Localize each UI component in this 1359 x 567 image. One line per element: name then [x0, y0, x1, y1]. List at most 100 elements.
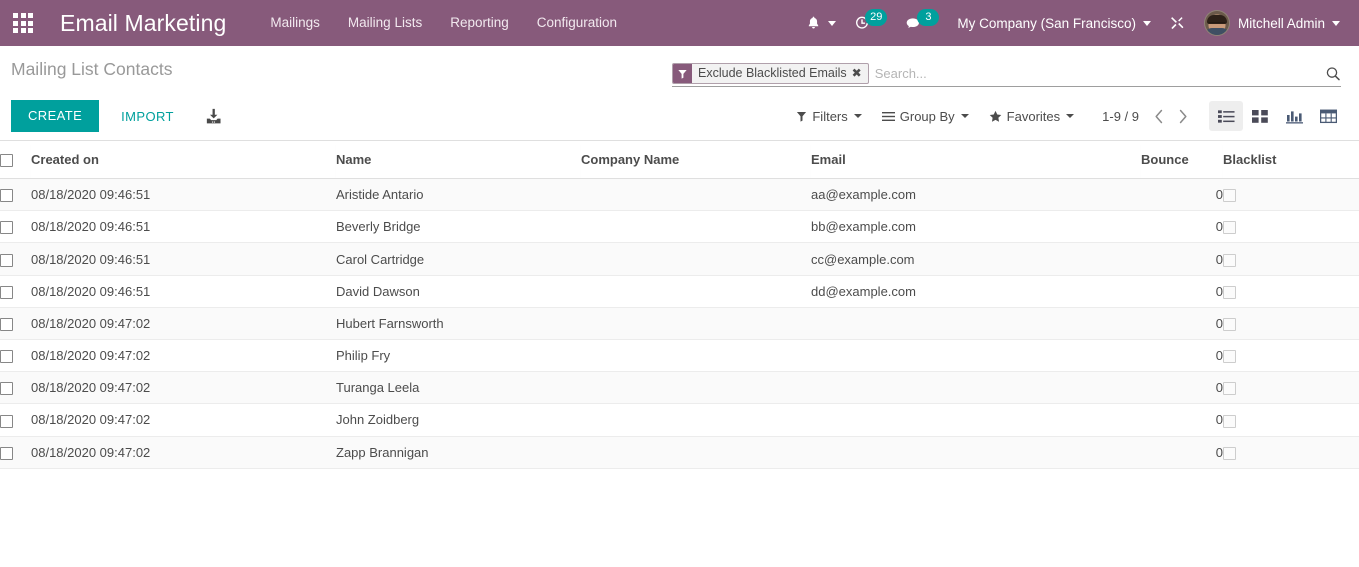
- menu-item-configuration[interactable]: Configuration: [523, 0, 631, 46]
- row-select-checkbox[interactable]: [0, 446, 13, 460]
- table-row[interactable]: 08/18/2020 09:47:02 Zapp Brannigan 0: [0, 436, 1359, 469]
- pager-next-button[interactable]: [1171, 107, 1195, 126]
- messages-menu[interactable]: 3: [896, 0, 948, 46]
- table-row[interactable]: 08/18/2020 09:47:02 Hubert Farnsworth 0: [0, 307, 1359, 341]
- cell-company-name: [581, 178, 811, 212]
- blacklist-checkbox[interactable]: [1223, 382, 1236, 396]
- search-input[interactable]: [872, 63, 1317, 84]
- view-switch-list[interactable]: [1209, 101, 1243, 131]
- favorites-dropdown[interactable]: Favorites: [979, 103, 1084, 130]
- cell-name: Philip Fry: [336, 339, 581, 373]
- column-header-blacklist[interactable]: Blacklist: [1223, 141, 1359, 180]
- search-facet-label: Exclude Blacklisted Emails: [698, 66, 847, 80]
- cell-created-on: 08/18/2020 09:46:51: [31, 275, 336, 308]
- search-facet-remove-icon[interactable]: ✖: [852, 64, 868, 83]
- row-select-checkbox[interactable]: [0, 382, 13, 396]
- create-button[interactable]: CREATE: [11, 100, 100, 132]
- table-row[interactable]: 08/18/2020 09:46:51 David Dawson dd@exampl…: [0, 275, 1359, 308]
- group-by-label: Group By: [899, 108, 955, 124]
- cell-email: dd@example.com: [811, 275, 1141, 308]
- table-row[interactable]: 08/18/2020 09:47:02 Turanga Leela 0: [0, 371, 1359, 405]
- cell-blacklist: [1223, 178, 1359, 212]
- kanban-view-icon: [1252, 109, 1268, 123]
- cell-blacklist: [1223, 307, 1359, 341]
- row-select-checkbox[interactable]: [0, 221, 13, 235]
- search-magnifier-icon[interactable]: [1317, 66, 1341, 82]
- export-button[interactable]: [194, 101, 233, 132]
- menu-item-mailings[interactable]: Mailings: [256, 0, 334, 46]
- column-header-bounce[interactable]: Bounce: [1141, 141, 1223, 180]
- blacklist-checkbox[interactable]: [1223, 446, 1236, 460]
- cell-email: [811, 339, 1141, 373]
- view-switch-kanban[interactable]: [1243, 101, 1277, 131]
- blacklist-checkbox[interactable]: [1223, 253, 1236, 267]
- row-select-checkbox[interactable]: [0, 253, 13, 267]
- blacklist-checkbox[interactable]: [1223, 189, 1236, 203]
- filters-dropdown[interactable]: Filters: [786, 103, 871, 130]
- contacts-table: Created on Name Company Name Email Bounc…: [0, 141, 1359, 469]
- cell-bounce: 0: [1141, 371, 1223, 405]
- select-all-checkbox[interactable]: [0, 154, 13, 168]
- apps-menu-button[interactable]: [0, 0, 46, 46]
- column-header-email[interactable]: Email: [811, 141, 1141, 180]
- pager-previous-button[interactable]: [1147, 107, 1171, 126]
- menu-item-reporting[interactable]: Reporting: [436, 0, 523, 46]
- message-count-badge: 3: [917, 8, 940, 26]
- table-row[interactable]: 08/18/2020 09:46:51 Aristide Antario aa@ex…: [0, 178, 1359, 212]
- company-switcher[interactable]: My Company (San Francisco): [948, 0, 1160, 46]
- cell-bounce: 0: [1141, 210, 1223, 244]
- table-row[interactable]: 08/18/2020 09:46:51 Carol Cartridge cc@exa…: [0, 242, 1359, 276]
- blacklist-checkbox[interactable]: [1223, 221, 1236, 235]
- cell-company-name: [581, 242, 811, 276]
- chevron-right-icon: [1179, 109, 1187, 123]
- table-row[interactable]: 08/18/2020 09:46:51 Beverly Bridge bb@exam…: [0, 210, 1359, 244]
- control-panel: Mailing List Contacts Exclude Blackliste…: [0, 46, 1359, 141]
- avatar: [1203, 10, 1230, 36]
- activities-menu[interactable]: 29: [845, 0, 896, 46]
- developer-tools-menu[interactable]: [1160, 0, 1195, 46]
- search-facet-exclude-blacklisted-emails[interactable]: Exclude Blacklisted Emails ✖: [672, 63, 869, 84]
- cell-created-on: 08/18/2020 09:47:02: [31, 339, 336, 373]
- apps-grid-icon: [13, 13, 33, 33]
- blacklist-checkbox[interactable]: [1223, 285, 1236, 299]
- row-select-checkbox[interactable]: [0, 414, 13, 428]
- pivot-view-icon: [1319, 109, 1337, 123]
- view-switch-pivot[interactable]: [1311, 101, 1345, 131]
- menu-item-mailing-lists[interactable]: Mailing Lists: [334, 0, 436, 46]
- chevron-down-icon: [828, 20, 837, 26]
- column-header-name[interactable]: Name: [336, 141, 581, 180]
- download-export-icon: [206, 108, 221, 123]
- favorites-label: Favorites: [1006, 108, 1061, 124]
- row-select-checkbox[interactable]: [0, 350, 13, 364]
- table-row[interactable]: 08/18/2020 09:47:02 Philip Fry 0: [0, 339, 1359, 373]
- cell-company-name: [581, 436, 811, 469]
- row-select-checkbox[interactable]: [0, 189, 13, 203]
- table-row[interactable]: 08/18/2020 09:47:02 John Zoidberg 0: [0, 403, 1359, 437]
- cell-created-on: 08/18/2020 09:46:51: [31, 242, 336, 276]
- cell-email: [811, 307, 1141, 341]
- group-by-dropdown[interactable]: Group By: [872, 103, 979, 130]
- cell-bounce: 0: [1141, 436, 1223, 469]
- row-select-cell: [0, 371, 31, 405]
- import-button[interactable]: IMPORT: [109, 101, 186, 132]
- row-select-cell: [0, 307, 31, 341]
- blacklist-checkbox[interactable]: [1223, 350, 1236, 364]
- column-header-created-on[interactable]: Created on: [31, 141, 336, 180]
- notifications-menu[interactable]: [797, 0, 845, 46]
- filters-label: Filters: [812, 108, 848, 124]
- row-select-checkbox[interactable]: [0, 285, 13, 299]
- row-select-checkbox[interactable]: [0, 317, 13, 331]
- list-view: Created on Name Company Name Email Bounc…: [0, 141, 1359, 561]
- column-header-company-name[interactable]: Company Name: [581, 141, 811, 180]
- main-menu: Mailings Mailing Lists Reporting Configu…: [256, 0, 631, 46]
- filter-funnel-icon: [673, 64, 692, 83]
- view-switch-graph[interactable]: [1277, 101, 1311, 131]
- app-brand-title[interactable]: Email Marketing: [60, 10, 226, 37]
- table-body: 08/18/2020 09:46:51 Aristide Antario aa@ex…: [0, 178, 1359, 469]
- control-panel-right: Filters Group By Favorites 1-9 / 9: [786, 92, 1345, 140]
- breadcrumb[interactable]: Mailing List Contacts: [0, 59, 172, 80]
- blacklist-checkbox[interactable]: [1223, 317, 1236, 331]
- user-menu[interactable]: Mitchell Admin: [1195, 0, 1349, 46]
- blacklist-checkbox[interactable]: [1223, 414, 1236, 428]
- row-select-cell: [0, 210, 31, 244]
